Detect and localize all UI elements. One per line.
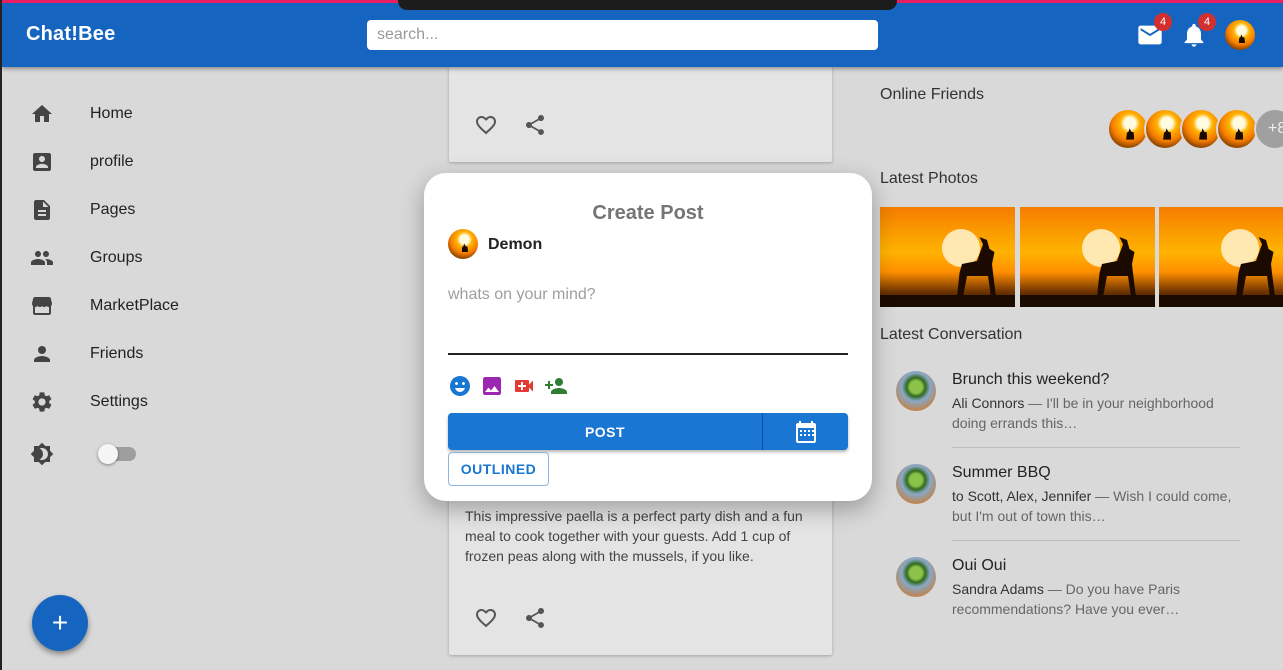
tag-friend-button[interactable]: [544, 374, 568, 398]
window-edge: [0, 0, 2, 670]
theme-icon-wrapper: [30, 439, 54, 469]
divider: [952, 540, 1240, 541]
person-add-icon: [545, 378, 567, 394]
outlined-button[interactable]: OUTLINED: [448, 452, 549, 486]
video-icon: [515, 380, 533, 392]
sidebar-item-marketplace[interactable]: MarketPlace: [30, 291, 179, 321]
sidebar-item-friends[interactable]: Friends: [30, 339, 143, 369]
search-input[interactable]: [367, 20, 878, 50]
description-icon: [34, 200, 50, 220]
share-button[interactable]: [523, 606, 547, 630]
toggle-knob[interactable]: [98, 444, 118, 464]
sidebar-item-home[interactable]: Home: [30, 99, 133, 129]
like-button[interactable]: [474, 606, 498, 630]
top-bar-overlay: [398, 0, 897, 10]
conversation-avatar: [896, 371, 936, 411]
conversation-preview: Ali Connors — I'll be in your neighborho…: [952, 393, 1232, 433]
add-fab-button[interactable]: +: [32, 595, 88, 651]
user-avatar[interactable]: [1225, 20, 1255, 50]
share-icon: [526, 608, 544, 628]
online-friends-title: Online Friends: [880, 86, 985, 103]
mail-badge: 4: [1154, 13, 1172, 31]
storefront-icon: [32, 297, 52, 315]
conversation-title: Brunch this weekend?: [952, 371, 1110, 388]
latest-photo[interactable]: [1159, 207, 1283, 307]
share-icon: [526, 115, 544, 135]
latest-photo[interactable]: [880, 207, 1015, 307]
image-button[interactable]: [480, 374, 504, 398]
heart-icon: [476, 609, 496, 628]
emoji-button[interactable]: [448, 374, 472, 398]
people-icon: [31, 251, 53, 265]
sidebar-item-label: Groups: [90, 249, 143, 266]
post-text: This impressive paella is a perfect part…: [465, 508, 803, 564]
conversation-avatar: [896, 464, 936, 504]
emoji-icon: [450, 376, 470, 396]
app-bar: Chat!Bee 4 4: [2, 3, 1283, 67]
photo-sun: [1082, 229, 1120, 267]
sidebar-item-pages[interactable]: Pages: [30, 195, 135, 225]
brand-logo[interactable]: Chat!Bee: [26, 23, 115, 46]
sidebar-item-label: Home: [90, 105, 133, 122]
photo-ground: [1020, 295, 1155, 307]
create-post-modal: Create Post Demon POST OUTLINED: [424, 173, 872, 501]
sidebar-item-label: Settings: [90, 393, 148, 410]
modal-title: Create Post: [592, 202, 704, 224]
photo-sun: [942, 229, 980, 267]
image-icon: [483, 377, 501, 395]
theme-toggle[interactable]: [98, 444, 136, 464]
heart-icon: [476, 116, 496, 135]
schedule-button[interactable]: [764, 413, 848, 450]
conversation-avatar: [896, 557, 936, 597]
home-icon: [32, 105, 52, 122]
notifications-badge: 4: [1198, 13, 1216, 31]
person-icon: [34, 346, 50, 362]
photo-ground: [1159, 295, 1283, 307]
calendar-icon: [796, 420, 816, 443]
conversation-title: Oui Oui: [952, 557, 1007, 574]
post-button-group: POST: [448, 413, 848, 450]
latest-conversation-title: Latest Conversation: [880, 326, 1023, 343]
video-button[interactable]: [512, 374, 536, 398]
modal-username: Demon: [488, 236, 543, 253]
modal-user-avatar: [448, 229, 478, 259]
post-text-input[interactable]: [448, 283, 848, 355]
conversation-title: Summer BBQ: [952, 464, 1051, 481]
mail-button[interactable]: 4: [1136, 13, 1172, 49]
notifications-button[interactable]: 4: [1180, 13, 1216, 49]
sidebar-item-label: Friends: [90, 345, 144, 362]
divider: [952, 447, 1240, 448]
feed-post-card: This impressive paella is a perfect part…: [449, 490, 832, 655]
share-button[interactable]: [523, 113, 547, 137]
photo-ground: [880, 295, 1015, 307]
sidebar-item-label: Pages: [90, 201, 136, 218]
latest-photo[interactable]: [1020, 207, 1155, 307]
conversation-sender: to Scott, Alex, Jennifer: [952, 488, 1092, 504]
sidebar-item-label: MarketPlace: [90, 297, 179, 314]
gear-icon: [32, 392, 52, 412]
conversation-preview: Sandra Adams — Do you have Paris recomme…: [952, 579, 1232, 619]
sidebar-item-profile[interactable]: profile: [30, 147, 134, 177]
sidebar-item-label: profile: [90, 153, 134, 170]
sidebar-item-settings[interactable]: Settings: [30, 387, 148, 417]
online-more-count[interactable]: +8: [1254, 108, 1283, 150]
latest-photos-title: Latest Photos: [880, 170, 978, 187]
post-button[interactable]: POST: [448, 413, 763, 450]
sidebar-item-groups[interactable]: Groups: [30, 243, 142, 273]
conversation-preview: to Scott, Alex, Jennifer — Wish I could …: [952, 486, 1232, 526]
online-friend-avatar[interactable]: [1216, 108, 1258, 150]
conversation-sender: Ali Connors: [952, 395, 1025, 411]
sidebar: Home profile Pages Groups MarketPlace Fr…: [0, 67, 440, 670]
brightness-icon: [30, 442, 54, 466]
feed-post-card: [449, 67, 832, 162]
like-button[interactable]: [474, 113, 498, 137]
conversation-sender: Sandra Adams: [952, 581, 1044, 597]
account-box-icon: [33, 153, 51, 171]
online-friend-avatar[interactable]: [1107, 108, 1149, 150]
photo-sun: [1221, 229, 1259, 267]
